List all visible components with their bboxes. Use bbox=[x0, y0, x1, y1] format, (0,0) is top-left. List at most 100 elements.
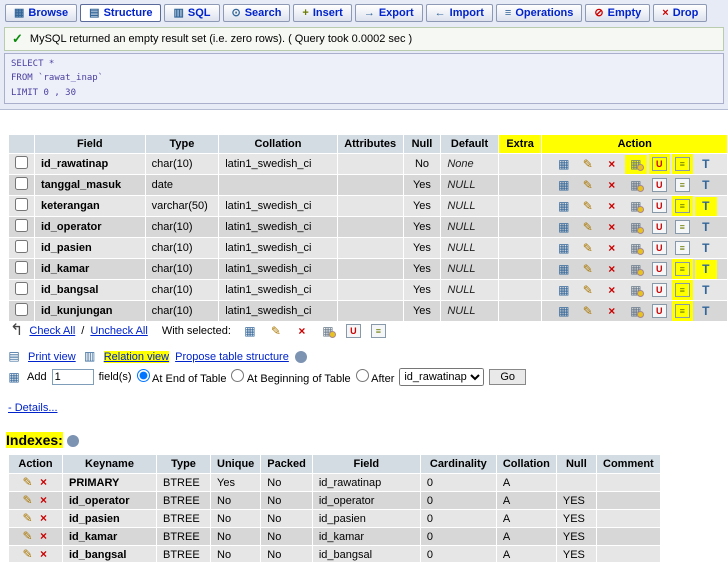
unique-icon[interactable]: U bbox=[345, 324, 361, 339]
drop-index-icon[interactable]: × bbox=[36, 530, 52, 543]
index-icon[interactable]: ≡ bbox=[370, 324, 386, 339]
row-checkbox[interactable] bbox=[15, 240, 28, 254]
row-checkbox[interactable] bbox=[15, 156, 28, 170]
option-at-end[interactable]: At End of Table bbox=[136, 369, 226, 385]
tab-import[interactable]: ← Import bbox=[425, 4, 493, 22]
tab-drop-label[interactable]: Drop bbox=[673, 7, 699, 19]
tab-export[interactable]: → Export bbox=[354, 4, 423, 22]
browse-icon[interactable]: ▦ bbox=[556, 241, 572, 255]
fulltext-icon[interactable]: T bbox=[694, 259, 717, 279]
drop-icon[interactable]: × bbox=[604, 283, 620, 297]
radio-after[interactable] bbox=[355, 369, 369, 383]
drop-icon[interactable]: × bbox=[604, 262, 620, 276]
primary-key-icon[interactable]: ▦ bbox=[628, 199, 644, 213]
relation-view-link[interactable]: Relation view bbox=[103, 350, 170, 363]
edit-icon[interactable]: ✎ bbox=[580, 262, 596, 276]
fulltext-icon[interactable]: T bbox=[698, 283, 714, 297]
edit-index-icon[interactable]: ✎ bbox=[20, 476, 36, 489]
drop-icon[interactable]: × bbox=[604, 241, 620, 255]
fulltext-icon[interactable]: T bbox=[698, 157, 714, 171]
browse-icon[interactable]: ▦ bbox=[556, 157, 572, 171]
edit-icon[interactable]: ✎ bbox=[580, 157, 596, 171]
edit-index-icon[interactable]: ✎ bbox=[20, 494, 36, 507]
indexes-help-icon[interactable] bbox=[66, 435, 79, 448]
drop-icon[interactable]: × bbox=[604, 157, 620, 171]
edit-index-icon[interactable]: ✎ bbox=[20, 548, 36, 561]
browse-icon[interactable]: ▦ bbox=[556, 178, 572, 192]
primary-key-icon[interactable]: ▦ bbox=[628, 283, 644, 297]
browse-icon[interactable]: ▦ bbox=[556, 262, 572, 276]
drop-index-icon[interactable]: × bbox=[36, 548, 52, 561]
radio-at-beginning[interactable] bbox=[231, 369, 245, 383]
after-field-select[interactable]: id_rawatinap bbox=[399, 368, 485, 387]
drop-icon[interactable]: × bbox=[604, 304, 620, 318]
unique-icon[interactable]: U bbox=[651, 199, 667, 214]
row-checkbox[interactable] bbox=[15, 219, 28, 233]
edit-icon[interactable]: ✎ bbox=[268, 324, 284, 338]
primary-key-icon[interactable]: ▦ bbox=[320, 324, 336, 338]
row-checkbox[interactable] bbox=[15, 177, 28, 191]
fulltext-icon[interactable]: T bbox=[698, 220, 714, 234]
unique-icon[interactable]: U bbox=[651, 178, 667, 193]
index-icon[interactable]: ≡ bbox=[671, 280, 693, 301]
details-link[interactable]: - Details... bbox=[8, 402, 58, 414]
index-icon[interactable]: ≡ bbox=[674, 178, 690, 193]
tab-browse-label[interactable]: Browse bbox=[28, 7, 68, 19]
index-icon[interactable]: ≡ bbox=[671, 301, 693, 322]
drop-icon[interactable]: × bbox=[294, 324, 310, 338]
edit-index-icon[interactable]: ✎ bbox=[20, 512, 36, 525]
primary-key-icon[interactable]: ▦ bbox=[628, 304, 644, 318]
edit-icon[interactable]: ✎ bbox=[580, 178, 596, 192]
unique-icon[interactable]: U bbox=[651, 241, 667, 256]
browse-icon[interactable]: ▦ bbox=[556, 283, 572, 297]
tab-sql-label[interactable]: SQL bbox=[188, 7, 211, 19]
unique-icon[interactable]: U bbox=[651, 262, 667, 277]
edit-icon[interactable]: ✎ bbox=[580, 220, 596, 234]
tab-import-label[interactable]: Import bbox=[450, 7, 484, 19]
primary-key-icon[interactable]: ▦ bbox=[628, 262, 644, 276]
edit-icon[interactable]: ✎ bbox=[580, 241, 596, 255]
primary-key-icon[interactable]: ▦ bbox=[624, 154, 647, 174]
propose-structure-link[interactable]: Propose table structure bbox=[175, 351, 289, 363]
fulltext-icon[interactable]: T bbox=[698, 178, 714, 192]
drop-index-icon[interactable]: × bbox=[36, 512, 52, 525]
field-count-input[interactable] bbox=[51, 369, 94, 386]
index-icon[interactable]: ≡ bbox=[671, 154, 693, 175]
edit-index-icon[interactable]: ✎ bbox=[20, 530, 36, 543]
fulltext-icon[interactable]: T bbox=[698, 241, 714, 255]
option-after[interactable]: After bbox=[355, 369, 394, 385]
tab-structure[interactable]: ▤ Structure bbox=[80, 4, 162, 22]
radio-at-end[interactable] bbox=[136, 369, 150, 383]
primary-key-icon[interactable]: ▦ bbox=[628, 241, 644, 255]
browse-icon[interactable]: ▦ bbox=[556, 220, 572, 234]
tab-sql[interactable]: ▥ SQL bbox=[164, 4, 220, 22]
index-icon[interactable]: ≡ bbox=[674, 220, 690, 235]
drop-icon[interactable]: × bbox=[604, 178, 620, 192]
row-checkbox[interactable] bbox=[15, 198, 28, 212]
row-checkbox[interactable] bbox=[15, 282, 28, 296]
fulltext-icon[interactable]: T bbox=[698, 304, 714, 318]
unique-icon[interactable]: U bbox=[648, 154, 670, 175]
tab-empty[interactable]: ⊘ Empty bbox=[585, 4, 651, 22]
check-all-link[interactable]: Check All bbox=[29, 325, 75, 337]
fulltext-icon[interactable]: T bbox=[694, 196, 717, 216]
uncheck-all-link[interactable]: Uncheck All bbox=[90, 325, 147, 337]
index-icon[interactable]: ≡ bbox=[674, 241, 690, 256]
index-icon[interactable]: ≡ bbox=[671, 196, 693, 217]
unique-icon[interactable]: U bbox=[651, 304, 667, 319]
browse-icon[interactable]: ▦ bbox=[556, 304, 572, 318]
browse-icon[interactable]: ▦ bbox=[242, 324, 258, 338]
tab-browse[interactable]: ▦ Browse bbox=[5, 4, 78, 22]
primary-key-icon[interactable]: ▦ bbox=[628, 178, 644, 192]
tab-drop[interactable]: × Drop bbox=[653, 4, 708, 22]
option-at-beginning[interactable]: At Beginning of Table bbox=[231, 369, 351, 385]
go-button[interactable]: Go bbox=[489, 369, 527, 386]
tab-operations[interactable]: ≡ Operations bbox=[495, 4, 583, 22]
drop-icon[interactable]: × bbox=[604, 220, 620, 234]
tab-insert-label[interactable]: Insert bbox=[313, 7, 343, 19]
drop-icon[interactable]: × bbox=[604, 199, 620, 213]
row-checkbox[interactable] bbox=[15, 261, 28, 275]
tab-structure-label[interactable]: Structure bbox=[104, 7, 153, 19]
unique-icon[interactable]: U bbox=[651, 283, 667, 298]
tab-search-label[interactable]: Search bbox=[245, 7, 282, 19]
